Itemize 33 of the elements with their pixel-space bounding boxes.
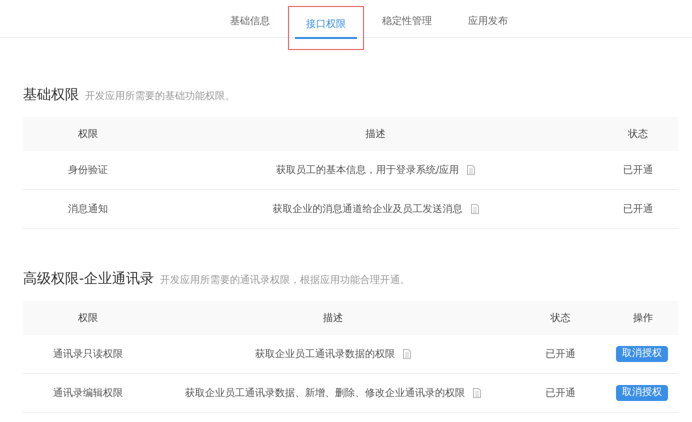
status-text: 已开通 [623, 164, 653, 177]
permission-description: 获取企业员工通讯录数据的权限 [255, 348, 395, 361]
permission-description: 获取企业员工通讯录数据、新增、删除、修改企业通讯录的权限 [185, 386, 465, 400]
column-header: 权限 [78, 312, 98, 325]
section-title: 基础权限 [23, 86, 79, 104]
column-header: 描述 [323, 312, 343, 325]
permission-name: 消息通知 [68, 202, 108, 216]
document-icon[interactable] [403, 349, 411, 359]
column-header: 状态 [550, 312, 570, 325]
tab[interactable]: 应用发布 [450, 0, 526, 43]
column-header: 状态 [628, 128, 648, 141]
column-header: 权限 [78, 128, 98, 141]
permission-description: 获取企业的消息通道给企业及员工发送消息 [272, 202, 462, 216]
section-title: 高级权限-企业通讯录 [23, 270, 154, 288]
document-icon[interactable] [470, 204, 478, 214]
status-text: 已开通 [623, 202, 653, 216]
permission-name: 通讯录编辑权限 [53, 386, 123, 400]
section-subtitle: 开发应用所需要的通讯录权限，根据应用功能合理开通。 [160, 274, 410, 287]
column-header: 操作 [633, 312, 653, 325]
document-icon[interactable] [473, 388, 481, 398]
tab[interactable]: 稳定性管理 [364, 0, 450, 43]
tab[interactable]: 基础信息 [212, 0, 288, 43]
tab[interactable]: 接口权限 [288, 6, 364, 50]
permission-name: 身份验证 [68, 164, 108, 177]
revoke-button[interactable]: 取消授权 [616, 346, 668, 362]
status-text: 已开通 [546, 386, 576, 400]
document-icon[interactable] [467, 165, 476, 175]
column-header: 描述 [366, 128, 386, 141]
status-text: 已开通 [546, 348, 576, 361]
permission-name: 通讯录只读权限 [53, 348, 123, 361]
permission-description: 获取员工的基本信息，用于登录系统/应用 [276, 164, 460, 177]
revoke-button[interactable]: 取消授权 [616, 385, 668, 401]
section-subtitle: 开发应用所需要的基础功能权限。 [85, 90, 235, 103]
